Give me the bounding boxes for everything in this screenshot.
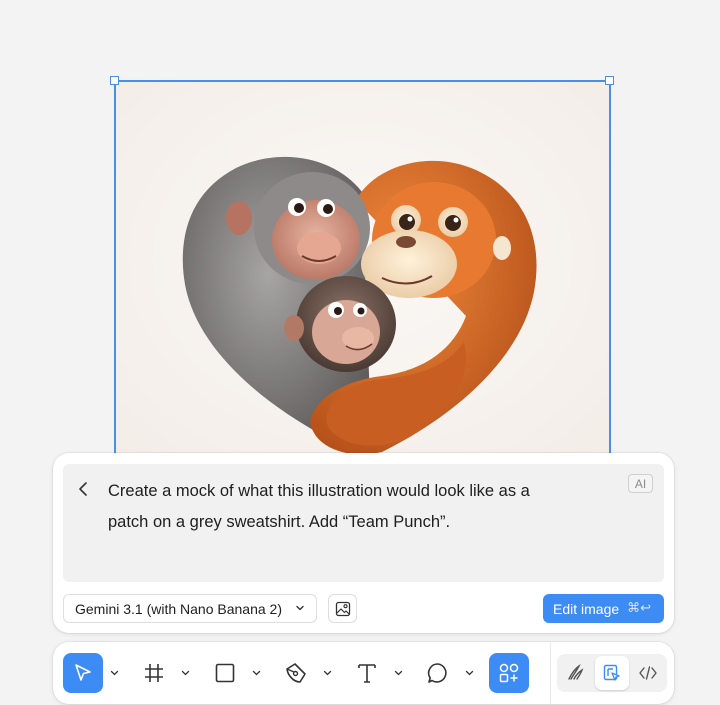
shape-tool-menu[interactable]: [250, 668, 262, 678]
selection-border-right: [609, 80, 611, 460]
prompt-input[interactable]: Create a mock of what this illustration …: [63, 464, 664, 582]
comment-tool-menu[interactable]: [463, 668, 475, 678]
chevron-down-icon: [394, 670, 402, 676]
text-tool[interactable]: [347, 653, 387, 693]
draw-icon: [568, 663, 584, 680]
selection-border-top: [114, 80, 610, 82]
hash-frame-icon: [145, 664, 163, 682]
chevron-left-icon: [79, 482, 87, 496]
chevron-down-icon: [181, 670, 189, 676]
dev-mode-button[interactable]: [631, 656, 665, 690]
code-icon: [639, 666, 657, 680]
model-select-label: Gemini 3.1 (with Nano Banana 2): [75, 600, 282, 617]
chevron-down-icon: [323, 670, 331, 676]
text-tool-menu[interactable]: [392, 668, 404, 678]
toolbar-divider: [550, 642, 551, 704]
mode-switcher: [557, 654, 667, 692]
chevron-down-icon: [252, 670, 260, 676]
ai-prompt-panel: Create a mock of what this illustration …: [53, 453, 674, 633]
selection-border-left: [114, 80, 116, 460]
pen-tool-menu[interactable]: [321, 668, 333, 678]
actions-grid-icon: [499, 663, 519, 683]
design-mode-icon: [603, 664, 620, 681]
chevron-down-icon: [465, 670, 473, 676]
comment-icon: [427, 663, 447, 683]
shape-tool[interactable]: [205, 653, 245, 693]
move-tool[interactable]: [63, 653, 103, 693]
prompt-line-2: patch on a grey sweatshirt. Add “Team Pu…: [108, 513, 451, 531]
comment-tool[interactable]: [418, 653, 458, 693]
prompt-line-1: Create a mock of what this illustration …: [108, 482, 530, 500]
monkey-heart-illustration: [114, 80, 610, 480]
ai-badge: AI: [628, 474, 653, 493]
edit-image-button[interactable]: Edit image ⌘↩: [543, 594, 664, 623]
move-tool-menu[interactable]: [108, 668, 120, 678]
bottom-toolbar: [53, 642, 674, 704]
resize-handle-top-right[interactable]: [605, 76, 614, 85]
chevron-down-icon: [296, 605, 304, 611]
prompt-text: Create a mock of what this illustration …: [108, 476, 578, 538]
rectangle-icon: [215, 663, 235, 683]
selected-image[interactable]: [114, 80, 610, 480]
text-icon: [358, 664, 376, 683]
image-attach-icon: [335, 601, 350, 616]
chevron-down-icon: [110, 670, 118, 676]
resize-handle-top-left[interactable]: [110, 76, 119, 85]
pen-tool[interactable]: [276, 653, 316, 693]
edit-image-shortcut: ⌘↩: [627, 601, 652, 616]
edit-image-label: Edit image: [553, 600, 620, 617]
design-mode-button[interactable]: [595, 656, 629, 690]
frame-tool[interactable]: [134, 653, 174, 693]
model-select[interactable]: Gemini 3.1 (with Nano Banana 2): [63, 594, 317, 623]
actions-tool[interactable]: [489, 653, 529, 693]
pen-tool-icon: [286, 663, 306, 683]
cursor-arrow-icon: [75, 664, 91, 681]
frame-tool-menu[interactable]: [179, 668, 191, 678]
back-button[interactable]: [73, 478, 93, 500]
draw-mode-button[interactable]: [559, 656, 593, 690]
attach-image-button[interactable]: [328, 594, 357, 623]
